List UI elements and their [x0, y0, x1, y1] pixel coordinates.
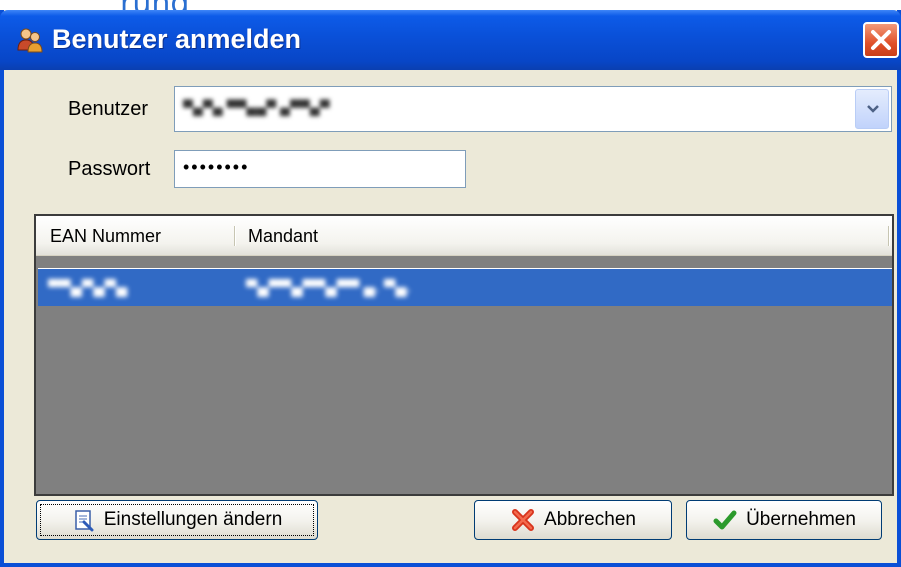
user-combobox[interactable]: ▀▄▀▄ ▀▀▄▄▀ ▄▀▀▄▀: [174, 86, 892, 132]
apply-button[interactable]: Übernehmen: [686, 500, 882, 540]
cell-ean: ▀▀▄▀▄▀▄: [48, 279, 128, 296]
list-header: EAN Nummer Mandant: [36, 216, 892, 256]
column-header-ean[interactable]: EAN Nummer: [50, 226, 161, 247]
focus-rectangle: [40, 504, 314, 536]
chevron-down-icon: [867, 105, 879, 113]
checkmark-icon: [713, 510, 737, 530]
apply-button-label: Übernehmen: [746, 509, 856, 530]
users-icon: [17, 28, 43, 53]
red-x-icon: [512, 509, 535, 531]
user-dropdown-button[interactable]: [855, 89, 889, 129]
password-label: Passwort: [68, 158, 151, 180]
column-header-mandant[interactable]: Mandant: [248, 226, 318, 247]
table-row[interactable]: ▀▀▄▀▄▀▄ ▀▄▀▀▄▀▀▄▀▀ ▄. ▀▄.: [38, 268, 892, 306]
mandant-list[interactable]: EAN Nummer Mandant ▀▀▄▀▄▀▄ ▀▄▀▀▄▀▀▄▀▀ ▄.…: [34, 214, 894, 496]
settings-button[interactable]: Einstellungen ändern: [36, 500, 318, 540]
close-icon: [871, 30, 891, 50]
close-button[interactable]: [863, 22, 899, 58]
login-dialog: Benutzer anmelden Benutzer ▀▄▀▄ ▀▀▄▄▀ ▄▀…: [0, 10, 901, 567]
password-field[interactable]: ••••••••: [174, 150, 466, 188]
user-value: ▀▄▀▄ ▀▀▄▄▀ ▄▀▀▄▀: [183, 99, 330, 115]
cancel-button[interactable]: Abbrechen: [474, 500, 672, 540]
column-separator[interactable]: [888, 226, 890, 246]
cell-mandant: ▀▄▀▀▄▀▀▄▀▀ ▄. ▀▄.: [246, 279, 412, 296]
column-separator[interactable]: [234, 226, 236, 246]
dialog-title: Benutzer anmelden: [52, 24, 302, 54]
title-bar[interactable]: Benutzer anmelden: [0, 10, 901, 70]
user-label: Benutzer: [68, 98, 149, 120]
cancel-button-label: Abbrechen: [544, 509, 636, 530]
